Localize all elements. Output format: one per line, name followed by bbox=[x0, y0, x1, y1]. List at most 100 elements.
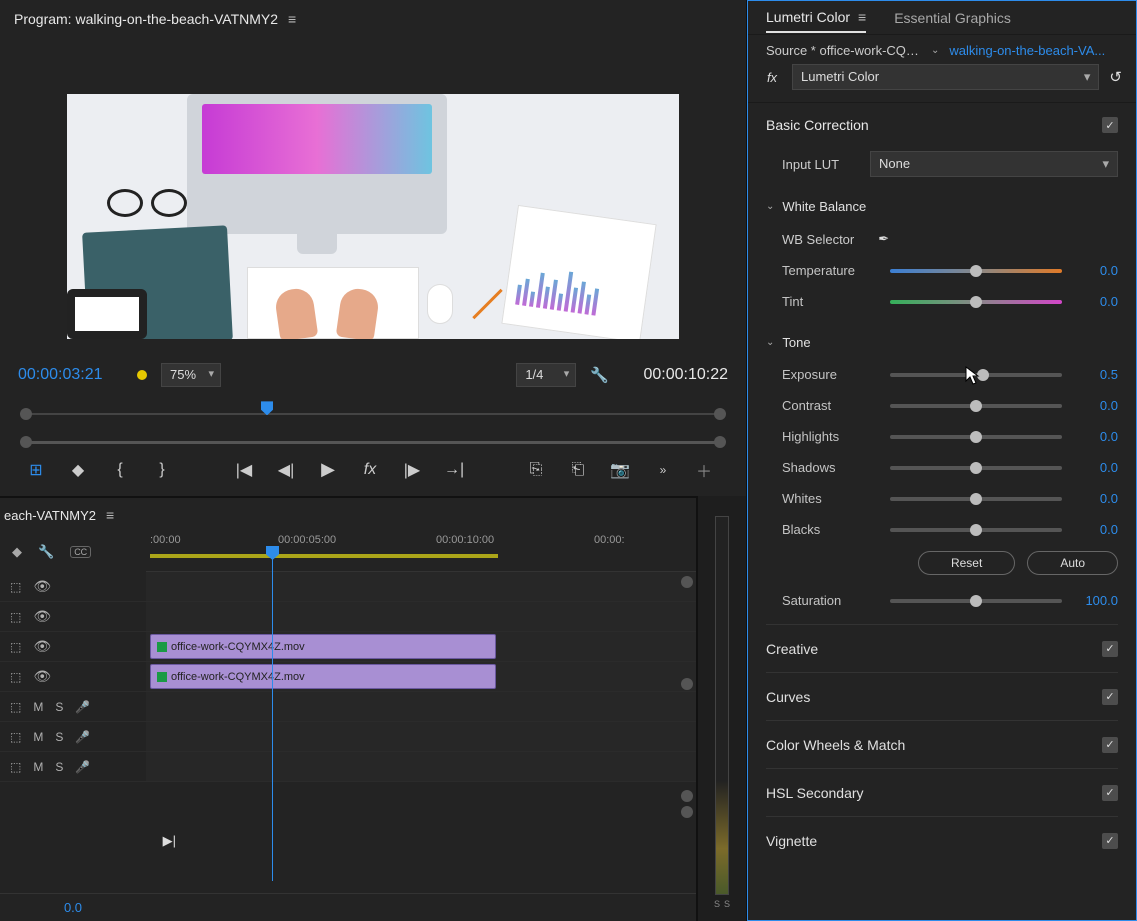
white-balance-head[interactable]: ⌄ White Balance bbox=[766, 189, 1118, 223]
solo-label[interactable]: S bbox=[55, 760, 63, 774]
panel-menu-icon[interactable]: ≡ bbox=[288, 11, 296, 27]
marker-grid-icon[interactable]: ⊞ bbox=[26, 460, 46, 480]
section-checkbox[interactable]: ✓ bbox=[1102, 117, 1118, 133]
current-timecode[interactable]: 00:00:03:21 bbox=[18, 366, 123, 384]
tab-lumetri-color[interactable]: Lumetri Color ≡ bbox=[766, 3, 866, 33]
auto-button[interactable]: Auto bbox=[1027, 551, 1118, 575]
eye-icon[interactable]: 👁 bbox=[33, 638, 51, 655]
exposure-value[interactable]: 0.5 bbox=[1076, 367, 1118, 382]
go-to-in-icon[interactable]: |◀ bbox=[234, 460, 254, 480]
audio-clip[interactable]: office-work-CQYMX4Z.mov bbox=[150, 664, 496, 689]
lock-icon[interactable]: ⬚ bbox=[10, 670, 21, 684]
eye-icon[interactable]: 👁 bbox=[33, 668, 51, 685]
program-timeline[interactable] bbox=[18, 401, 728, 425]
lock-icon[interactable]: ⬚ bbox=[10, 610, 21, 624]
temperature-value[interactable]: 0.0 bbox=[1076, 263, 1118, 278]
master-name[interactable]: walking-on-the-beach-VA... bbox=[949, 43, 1105, 58]
lift-icon[interactable]: ⎘ bbox=[526, 461, 546, 479]
resolution-dropdown[interactable]: 1/4 bbox=[516, 363, 576, 387]
section-color-wheels[interactable]: Color Wheels & Match ✓ bbox=[766, 720, 1118, 768]
settings-wrench-icon[interactable]: 🔧 bbox=[590, 366, 609, 384]
video-clip[interactable]: office-work-CQYMX4Z.mov bbox=[150, 634, 496, 659]
tab-menu-icon[interactable]: ≡ bbox=[858, 9, 866, 25]
fx-icon[interactable]: fx bbox=[360, 461, 380, 479]
reset-icon[interactable]: ↺ bbox=[1109, 68, 1122, 86]
add-button-icon[interactable]: ＋ bbox=[694, 458, 714, 482]
section-hsl-secondary[interactable]: HSL Secondary ✓ bbox=[766, 768, 1118, 816]
section-checkbox[interactable]: ✓ bbox=[1102, 833, 1118, 849]
lock-icon[interactable]: ⬚ bbox=[10, 640, 21, 654]
highlights-slider[interactable] bbox=[890, 435, 1062, 439]
exposure-slider[interactable] bbox=[890, 373, 1062, 377]
eye-icon[interactable]: 👁 bbox=[33, 578, 51, 595]
step-forward-icon[interactable]: |▶ bbox=[402, 460, 422, 480]
meter-solo-r[interactable]: S bbox=[724, 899, 730, 909]
blacks-slider[interactable] bbox=[890, 528, 1062, 532]
meter-bars[interactable] bbox=[715, 516, 729, 895]
section-checkbox[interactable]: ✓ bbox=[1102, 785, 1118, 801]
marker-dot-icon[interactable] bbox=[137, 370, 147, 380]
out-point-icon[interactable]: } bbox=[152, 461, 172, 479]
timeline-menu-icon[interactable]: ≡ bbox=[106, 507, 114, 523]
mic-icon[interactable]: 🎤 bbox=[75, 700, 90, 714]
contrast-value[interactable]: 0.0 bbox=[1076, 398, 1118, 413]
zoom-dropdown[interactable]: 75% bbox=[161, 363, 221, 387]
timeline-playhead[interactable] bbox=[272, 546, 273, 881]
whites-value[interactable]: 0.0 bbox=[1076, 491, 1118, 506]
section-basic-correction[interactable]: Basic Correction ✓ bbox=[766, 103, 1118, 147]
eyedropper-icon[interactable]: ✒ bbox=[878, 231, 889, 247]
more-icon[interactable]: » bbox=[652, 463, 672, 477]
whites-slider[interactable] bbox=[890, 497, 1062, 501]
saturation-value[interactable]: 100.0 bbox=[1076, 593, 1118, 608]
mic-icon[interactable]: 🎤 bbox=[75, 760, 90, 774]
highlights-value[interactable]: 0.0 bbox=[1076, 429, 1118, 444]
step-back-icon[interactable]: ◀| bbox=[276, 460, 296, 480]
mute-label[interactable]: M bbox=[33, 730, 43, 744]
timeline-ruler[interactable]: :00:00 00:00:05:00 00:00:10:00 00:00: bbox=[146, 532, 696, 572]
shadows-value[interactable]: 0.0 bbox=[1076, 460, 1118, 475]
blacks-value[interactable]: 0.0 bbox=[1076, 522, 1118, 537]
lock-icon[interactable]: ⬚ bbox=[10, 760, 21, 774]
reset-button[interactable]: Reset bbox=[918, 551, 1015, 575]
export-frame-icon[interactable]: 📷 bbox=[610, 460, 630, 480]
lock-icon[interactable]: ⬚ bbox=[10, 580, 21, 594]
section-creative[interactable]: Creative ✓ bbox=[766, 624, 1118, 672]
video-frame[interactable] bbox=[67, 94, 679, 340]
solo-label[interactable]: S bbox=[55, 730, 63, 744]
section-checkbox[interactable]: ✓ bbox=[1102, 737, 1118, 753]
tab-essential-graphics[interactable]: Essential Graphics bbox=[894, 4, 1011, 32]
meter-solo-l[interactable]: S bbox=[714, 899, 720, 909]
in-point-icon[interactable]: { bbox=[110, 461, 130, 479]
section-checkbox[interactable]: ✓ bbox=[1102, 689, 1118, 705]
mute-label[interactable]: M bbox=[33, 700, 43, 714]
add-marker-icon[interactable]: ◆ bbox=[68, 460, 88, 480]
contrast-slider[interactable] bbox=[890, 404, 1062, 408]
mic-icon[interactable]: 🎤 bbox=[75, 730, 90, 744]
shadows-slider[interactable] bbox=[890, 466, 1062, 470]
tone-head[interactable]: ⌄ Tone bbox=[766, 325, 1118, 359]
tint-value[interactable]: 0.0 bbox=[1076, 294, 1118, 309]
section-vignette[interactable]: Vignette ✓ bbox=[766, 816, 1118, 864]
go-to-out-icon[interactable]: →| bbox=[444, 461, 464, 479]
timeline-scrollbar[interactable] bbox=[678, 572, 696, 893]
tint-slider[interactable] bbox=[890, 300, 1062, 304]
saturation-slider[interactable] bbox=[890, 599, 1062, 603]
solo-label[interactable]: S bbox=[55, 700, 63, 714]
section-checkbox[interactable]: ✓ bbox=[1102, 641, 1118, 657]
mute-label[interactable]: M bbox=[33, 760, 43, 774]
extract-icon[interactable]: ⎗ bbox=[568, 461, 588, 479]
fx-icon[interactable]: fx bbox=[762, 70, 782, 85]
section-curves[interactable]: Curves ✓ bbox=[766, 672, 1118, 720]
input-lut-dropdown[interactable]: None bbox=[870, 151, 1118, 177]
timeline-tab-label[interactable]: each-VATNMY2 bbox=[4, 508, 96, 523]
play-button-icon[interactable]: ▶ bbox=[318, 459, 338, 480]
effect-dropdown[interactable]: Lumetri Color bbox=[792, 64, 1099, 90]
lock-icon[interactable]: ⬚ bbox=[10, 700, 21, 714]
eye-icon[interactable]: 👁 bbox=[33, 608, 51, 625]
timeline-zoom-value[interactable]: 0.0 bbox=[0, 900, 146, 915]
lock-icon[interactable]: ⬚ bbox=[10, 730, 21, 744]
source-name[interactable]: Source * office-work-CQYM... bbox=[766, 43, 921, 58]
scrub-bar-row[interactable] bbox=[18, 433, 728, 450]
work-area-bar[interactable] bbox=[150, 554, 498, 558]
skip-end-icon[interactable]: ▶| bbox=[163, 833, 176, 849]
